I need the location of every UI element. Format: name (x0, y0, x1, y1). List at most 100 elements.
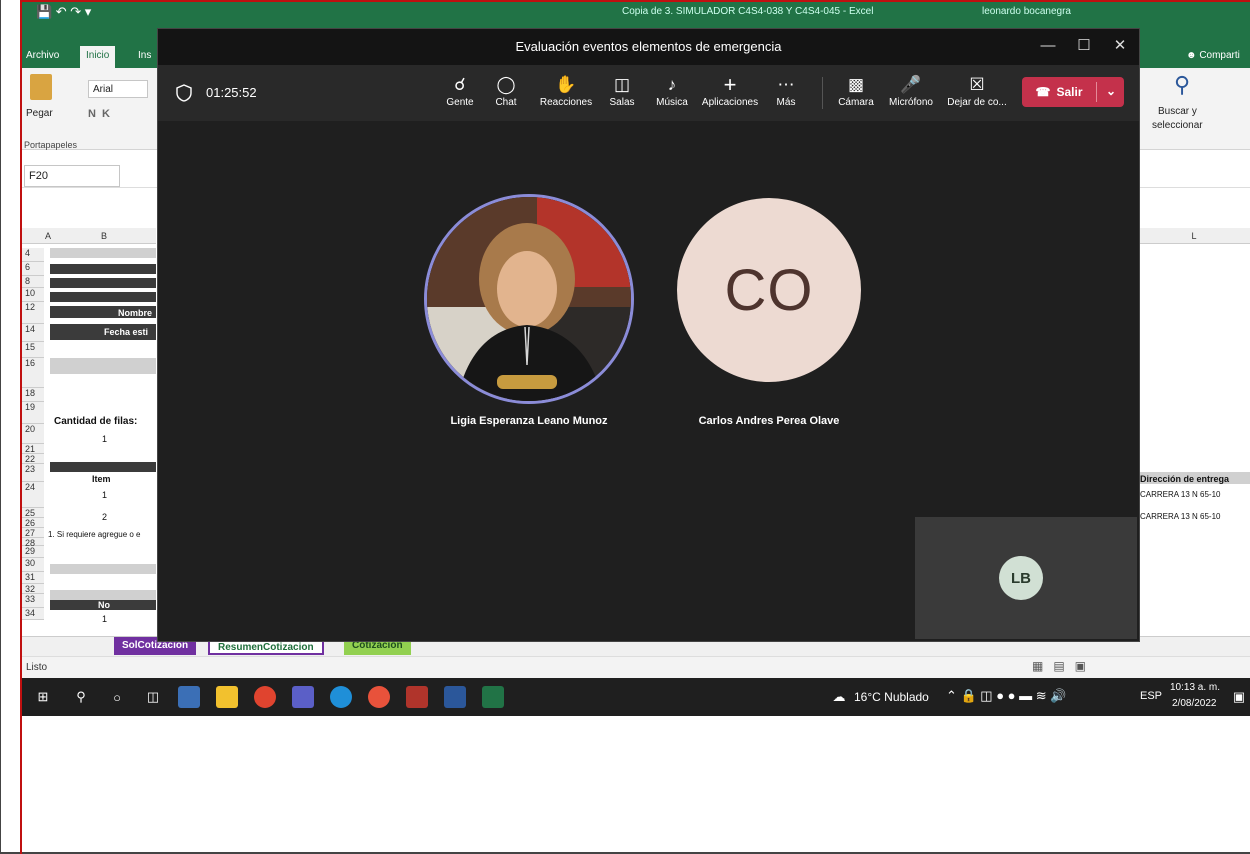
name-box[interactable]: F20 (24, 165, 120, 187)
music-button[interactable]: ♪ Música (652, 73, 692, 117)
paste-label[interactable]: Pegar (26, 108, 53, 119)
col-header-l[interactable]: L (1138, 228, 1250, 244)
row-header[interactable]: 29 (22, 546, 44, 558)
self-video-tile[interactable]: LB (915, 517, 1137, 639)
row-header[interactable]: 20 (22, 424, 44, 444)
col-header-a[interactable]: A (44, 228, 52, 244)
note-text: 1. Si requiere agregue o e (48, 530, 141, 539)
word-icon[interactable] (444, 686, 466, 708)
music-label: Música (656, 97, 688, 108)
row-header[interactable]: 16 (22, 358, 44, 388)
save-icon[interactable]: 💾 ↶ ↷ ▾ (36, 4, 91, 20)
row-header[interactable]: 4 (22, 248, 44, 262)
grid-band (50, 358, 156, 374)
row-header[interactable]: 6 (22, 262, 44, 276)
row-header[interactable]: 12 (22, 302, 44, 324)
close-button[interactable]: ✕ (1108, 35, 1132, 59)
teams-titlebar: Evaluación eventos elementos de emergenc… (158, 29, 1139, 65)
language-indicator[interactable]: ESP (1140, 690, 1162, 702)
select-all-corner[interactable] (22, 228, 44, 244)
people-button[interactable]: ☌ Gente (442, 73, 478, 117)
row-header[interactable]: 32 (22, 584, 44, 594)
find-label-2[interactable]: seleccionar (1152, 120, 1203, 131)
row-header[interactable]: 8 (22, 276, 44, 288)
row-header[interactable]: 10 (22, 288, 44, 302)
row-header[interactable]: 23 (22, 464, 44, 482)
row-header[interactable]: 21 (22, 444, 44, 454)
row-header[interactable]: 24 (22, 482, 44, 508)
app-icon[interactable] (178, 686, 200, 708)
cantidad-value[interactable]: 1 (102, 434, 107, 444)
share-button[interactable]: ☻ Comparti (1186, 50, 1240, 61)
row-header[interactable]: 30 (22, 558, 44, 572)
teams-icon[interactable] (292, 686, 314, 708)
minimize-button[interactable]: — (1036, 35, 1060, 59)
camera-button[interactable]: ▩ Cámara (836, 73, 876, 117)
row-header[interactable]: 26 (22, 518, 44, 528)
find-label-1[interactable]: Buscar y (1158, 106, 1197, 117)
excel-icon[interactable] (482, 686, 504, 708)
row-header[interactable]: 27 (22, 528, 44, 538)
apps-button[interactable]: + Aplicaciones (700, 73, 760, 117)
winrar-icon[interactable] (406, 686, 428, 708)
item-2[interactable]: 2 (102, 512, 107, 522)
leave-main[interactable]: ☎ Salir (1022, 77, 1096, 107)
direccion-1[interactable]: CARRERA 13 N 65-10 (1140, 490, 1220, 499)
chrome-profile-icon[interactable] (368, 686, 390, 708)
chrome-icon[interactable] (254, 686, 276, 708)
microphone-button[interactable]: 🎤 Micrófono (882, 73, 940, 117)
row-header[interactable]: 14 (22, 324, 44, 342)
row-header[interactable]: 19 (22, 402, 44, 424)
task-view-icon[interactable]: ◫ (142, 686, 164, 708)
stop-sharing-button[interactable]: ☒ Dejar de co... (946, 73, 1008, 117)
cortana-icon[interactable]: ○ (106, 686, 128, 708)
clock-date[interactable]: 2/08/2022 (1172, 698, 1217, 709)
participant-photo-avatar[interactable] (424, 194, 634, 404)
row-header[interactable]: 33 (22, 594, 44, 608)
participant-name-2: Carlos Andres Perea Olave (698, 415, 840, 427)
no-1[interactable]: 1 (102, 614, 107, 624)
find-icon[interactable]: ⚲ (1174, 72, 1190, 98)
view-mode-icons[interactable]: ▦ ▤ ▣ (1032, 659, 1086, 673)
more-button[interactable]: ⋯ Más (772, 73, 800, 117)
search-icon[interactable]: ⚲ (70, 686, 92, 708)
leave-button[interactable]: ☎ Salir ⌄ (1022, 77, 1124, 107)
tab-archivo[interactable]: Archivo (26, 50, 59, 61)
plus-icon: + (723, 72, 737, 97)
camera-label: Cámara (838, 97, 874, 108)
windows-start-icon[interactable]: ⊞ (32, 686, 54, 708)
row-header[interactable]: 31 (22, 572, 44, 584)
tab-insertar[interactable]: Ins (138, 50, 151, 61)
stop-share-icon: ☒ (969, 75, 985, 94)
chevron-down-icon[interactable]: ⌄ (1098, 77, 1124, 107)
bold-italic-icons[interactable]: N K (88, 108, 110, 120)
direccion-2[interactable]: CARRERA 13 N 65-10 (1140, 512, 1220, 521)
font-name-box[interactable]: Arial (88, 80, 148, 98)
rooms-button[interactable]: ◫ Salas (606, 73, 638, 117)
row-header[interactable]: 25 (22, 508, 44, 518)
excel-statusbar: Listo ▦ ▤ ▣ (22, 656, 1250, 678)
tray-icons[interactable]: ⌃ 🔒 ◫ ● ● ▬ ≋ 🔊 (946, 688, 1066, 704)
col-header-b[interactable]: B (52, 228, 156, 244)
item-1[interactable]: 1 (102, 490, 107, 500)
maximize-button[interactable]: ☐ (1072, 35, 1096, 59)
file-explorer-icon[interactable] (216, 686, 238, 708)
clock-time[interactable]: 10:13 a. m. (1170, 682, 1220, 693)
row-header[interactable]: 28 (22, 538, 44, 548)
reactions-button[interactable]: ✋ Reacciones (538, 73, 594, 117)
row-header[interactable]: 15 (22, 342, 44, 358)
edge-icon[interactable] (330, 686, 352, 708)
meeting-title: Evaluación eventos elementos de emergenc… (515, 39, 782, 54)
chat-button[interactable]: ◯ Chat (490, 73, 522, 117)
row-header[interactable]: 18 (22, 388, 44, 402)
row-header[interactable]: 34 (22, 608, 44, 620)
weather-text[interactable]: 16°C Nublado (854, 690, 929, 704)
participant-initials-avatar[interactable]: CO (677, 198, 861, 382)
row-header[interactable]: 22 (22, 454, 44, 464)
participant-photo-image (427, 197, 631, 401)
paste-icon[interactable] (30, 74, 52, 100)
reactions-label: Reacciones (539, 97, 593, 108)
tab-inicio[interactable]: Inicio (80, 46, 116, 68)
cloud-icon[interactable]: ☁ (828, 686, 850, 708)
notifications-icon[interactable]: ▣ (1228, 686, 1250, 708)
